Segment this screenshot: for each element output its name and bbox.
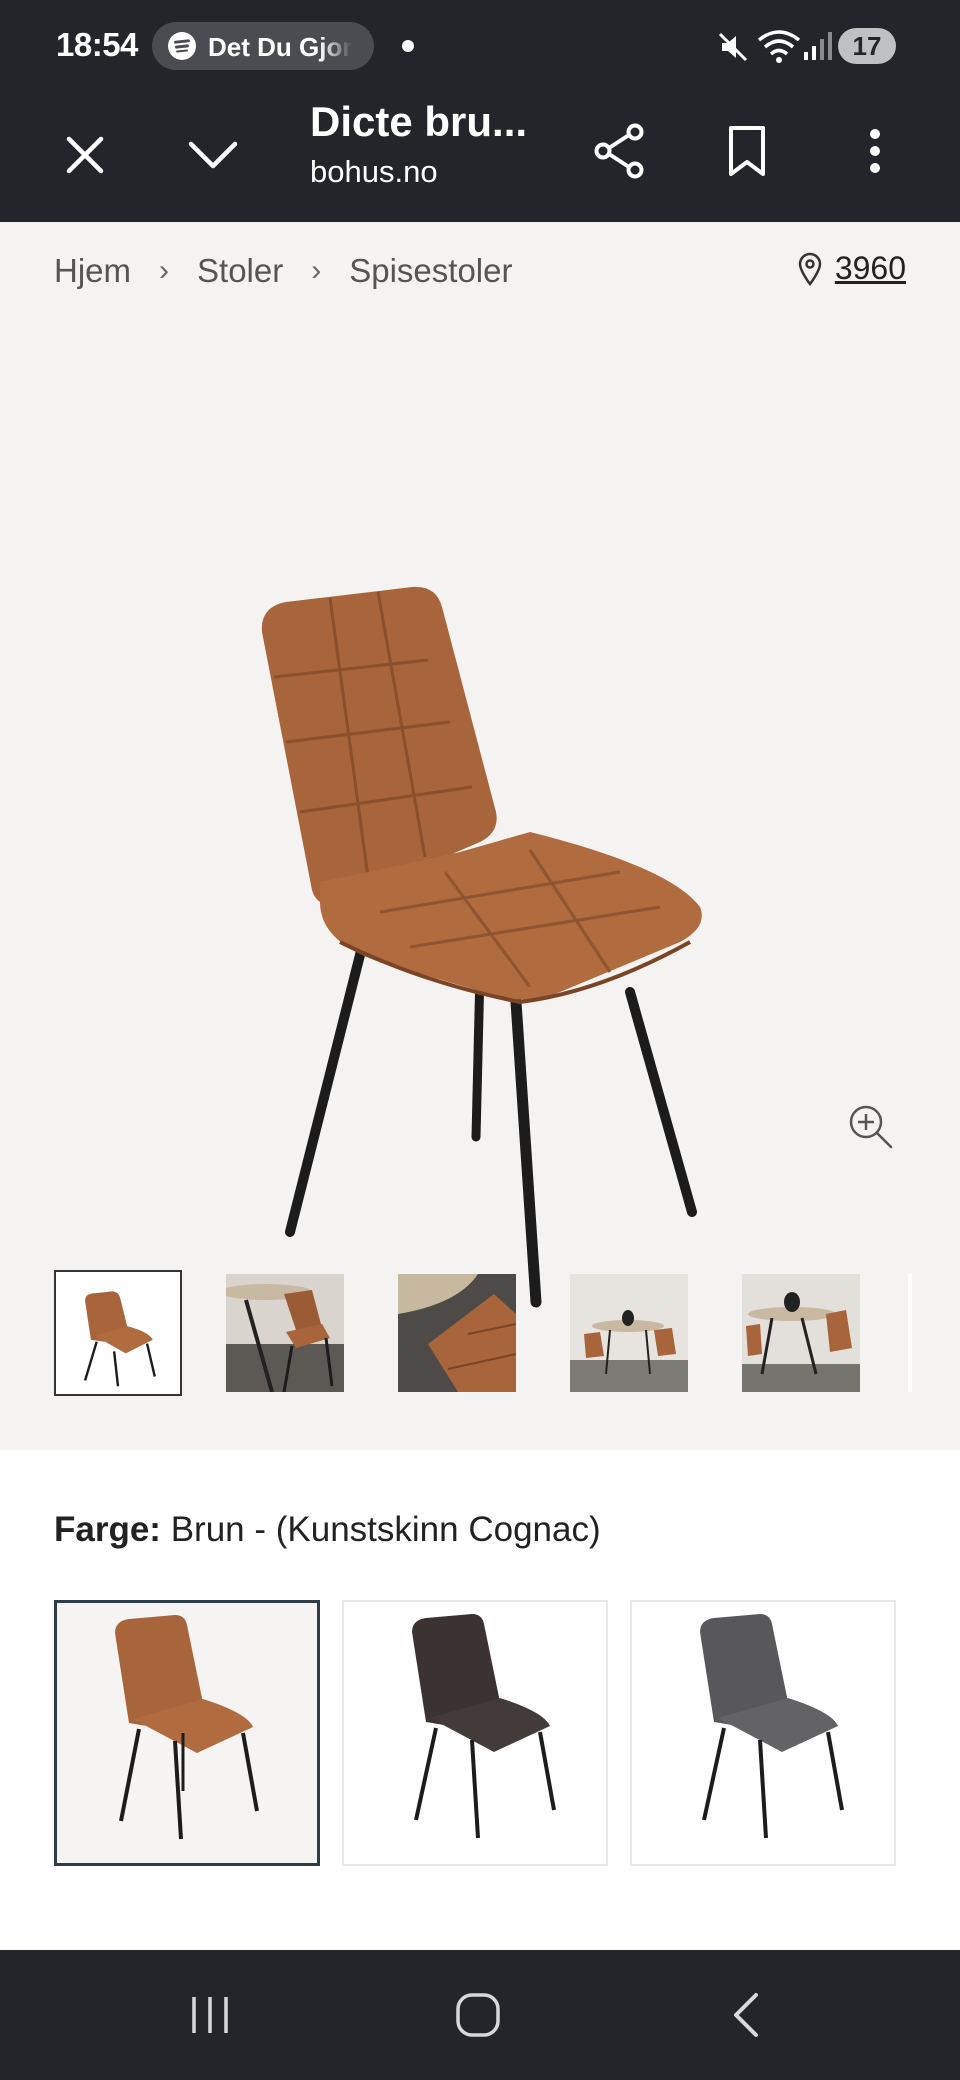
system-navigation-bar bbox=[0, 1950, 960, 2080]
battery-indicator: 17 bbox=[838, 28, 896, 64]
status-time: 18:54 bbox=[56, 26, 138, 63]
recent-apps-icon bbox=[192, 1997, 228, 2033]
swatch-black[interactable] bbox=[342, 1600, 608, 1866]
chevron-right-icon: › bbox=[311, 254, 322, 287]
chair-black-image bbox=[412, 1614, 556, 1839]
status-bar: 18:54 Det Du Gjor 17 bbox=[0, 0, 960, 92]
chair-grey-image bbox=[700, 1614, 844, 1839]
custom-tab-toolbar: Dicte bru... bohus.no bbox=[0, 92, 960, 222]
spotify-icon bbox=[168, 32, 196, 60]
chair-leg bbox=[285, 942, 367, 1237]
chevron-down-icon bbox=[188, 141, 238, 169]
media-notification-pill[interactable]: Det Du Gjor bbox=[152, 22, 374, 70]
thumbnail-3[interactable] bbox=[398, 1274, 516, 1392]
chair-leg bbox=[510, 996, 542, 1308]
chevron-right-icon: › bbox=[159, 254, 170, 287]
media-title: Det Du Gjor bbox=[208, 32, 353, 62]
thumbnail-4[interactable] bbox=[570, 1274, 688, 1392]
thumbnail-5[interactable] bbox=[742, 1274, 860, 1392]
share-button[interactable] bbox=[586, 118, 652, 184]
close-button[interactable] bbox=[52, 122, 118, 188]
minimize-button[interactable] bbox=[180, 122, 246, 188]
swatch-cognac[interactable] bbox=[54, 1600, 320, 1866]
page-title-area[interactable]: Dicte bru... bohus.no bbox=[310, 98, 527, 190]
more-vertical-icon bbox=[870, 129, 880, 173]
store-location[interactable]: 3960 bbox=[797, 250, 906, 287]
page-title: Dicte bru... bbox=[310, 98, 528, 145]
thumbnail-strip bbox=[54, 1270, 914, 1396]
chair-cognac-image bbox=[115, 1615, 259, 1840]
thumbnail-1[interactable] bbox=[54, 1270, 182, 1396]
breadcrumb-hjem[interactable]: Hjem bbox=[54, 252, 131, 290]
bookmark-button[interactable] bbox=[714, 118, 780, 184]
thumbnail-2[interactable] bbox=[226, 1274, 344, 1392]
breadcrumb-stoler[interactable]: Stoler bbox=[197, 252, 283, 290]
home-button[interactable] bbox=[438, 1980, 518, 2050]
bookmark-icon bbox=[729, 126, 765, 176]
recent-apps-button[interactable] bbox=[170, 1980, 250, 2050]
share-icon bbox=[594, 123, 644, 179]
zoom-in-icon bbox=[849, 1105, 893, 1149]
product-gallery-section: Hjem › Stoler › Spisestoler 3960 bbox=[0, 222, 960, 1450]
signal-icon bbox=[804, 32, 832, 60]
location-pin-icon bbox=[798, 252, 822, 286]
zoom-button[interactable] bbox=[846, 1102, 894, 1155]
thumbnail-more-edge bbox=[908, 1274, 912, 1392]
chair-leg bbox=[625, 987, 697, 1217]
page-domain: bohus.no bbox=[310, 154, 438, 189]
back-arrow-icon bbox=[734, 1993, 758, 2037]
location-postcode: 3960 bbox=[834, 250, 906, 286]
swatch-grey[interactable] bbox=[630, 1600, 896, 1866]
notification-dot-icon bbox=[402, 40, 414, 52]
product-main-image[interactable] bbox=[200, 402, 760, 1362]
home-icon bbox=[456, 1993, 500, 2037]
mute-icon bbox=[718, 32, 748, 62]
color-label-row: Farge: Brun - (Kunstskinn Cognac) bbox=[54, 1510, 601, 1550]
color-label: Farge: bbox=[54, 1510, 161, 1549]
chair-leg bbox=[471, 967, 485, 1142]
wifi-icon bbox=[757, 30, 801, 63]
breadcrumb-spisestoler[interactable]: Spisestoler bbox=[349, 252, 512, 290]
more-options-button[interactable] bbox=[842, 118, 908, 184]
back-button[interactable] bbox=[706, 1980, 786, 2050]
browser-top-bar: 18:54 Det Du Gjor 17 Dicte bru... bohus.… bbox=[0, 0, 960, 222]
breadcrumb: Hjem › Stoler › Spisestoler bbox=[54, 252, 512, 290]
close-icon bbox=[66, 136, 104, 174]
color-value: Brun - (Kunstskinn Cognac) bbox=[170, 1510, 601, 1549]
